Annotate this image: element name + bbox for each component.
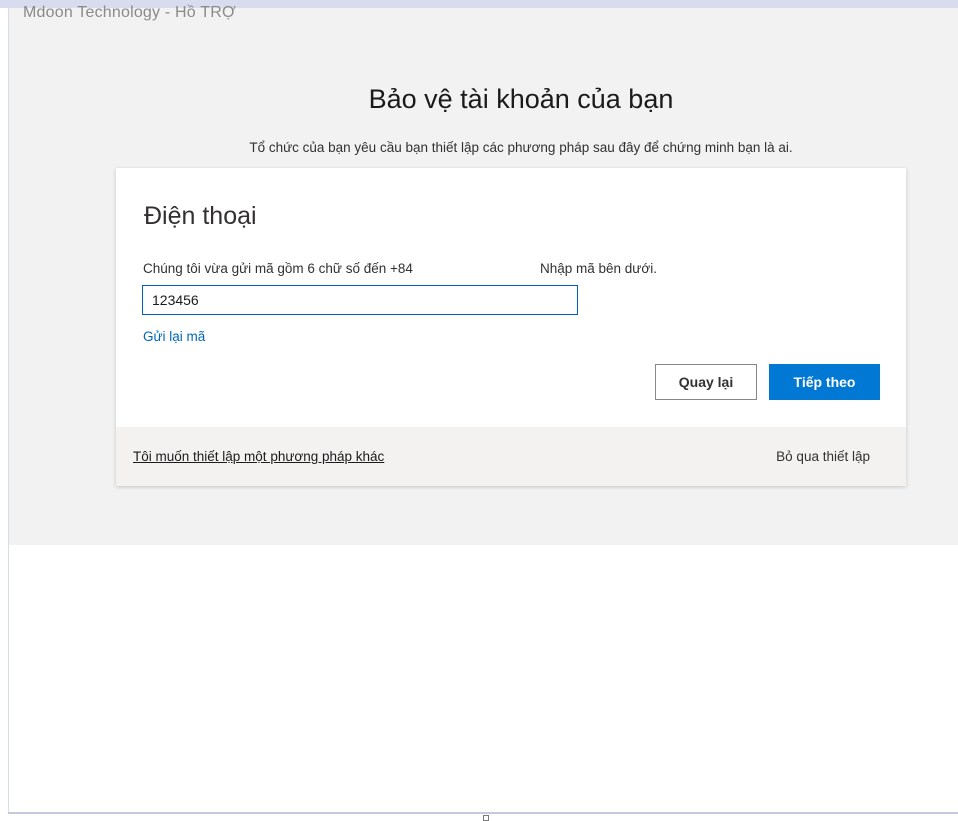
page-title: Bảo vệ tài khoản của bạn bbox=[368, 84, 674, 114]
back-button[interactable]: Quay lại bbox=[655, 364, 757, 400]
resize-handle-icon[interactable] bbox=[483, 815, 489, 821]
other-method-link[interactable]: Tôi muốn thiết lập một phương pháp khác bbox=[133, 449, 384, 464]
code-sent-instruction: Chúng tôi vừa gửi mã gồm 6 chữ số đến +8… bbox=[143, 261, 413, 276]
skip-setup-link[interactable]: Bỏ qua thiết lập bbox=[776, 449, 870, 464]
verification-code-input[interactable] bbox=[142, 285, 578, 315]
card-footer: Tôi muốn thiết lập một phương pháp khác … bbox=[116, 427, 906, 486]
resend-code-link[interactable]: Gửi lại mã bbox=[143, 329, 205, 344]
next-button[interactable]: Tiếp theo bbox=[769, 364, 880, 400]
window-bottom-border bbox=[8, 812, 958, 814]
organization-title: Mdoon Technology - Hồ TRỢ bbox=[23, 4, 236, 21]
card-heading: Điện thoại bbox=[144, 202, 257, 230]
enter-code-instruction: Nhập mã bên dưới. bbox=[540, 261, 657, 276]
phone-setup-card: Điện thoại Chúng tôi vừa gửi mã gồm 6 ch… bbox=[116, 168, 906, 486]
page-subtitle: Tổ chức của bạn yêu cầu bạn thiết lập cá… bbox=[249, 140, 793, 155]
